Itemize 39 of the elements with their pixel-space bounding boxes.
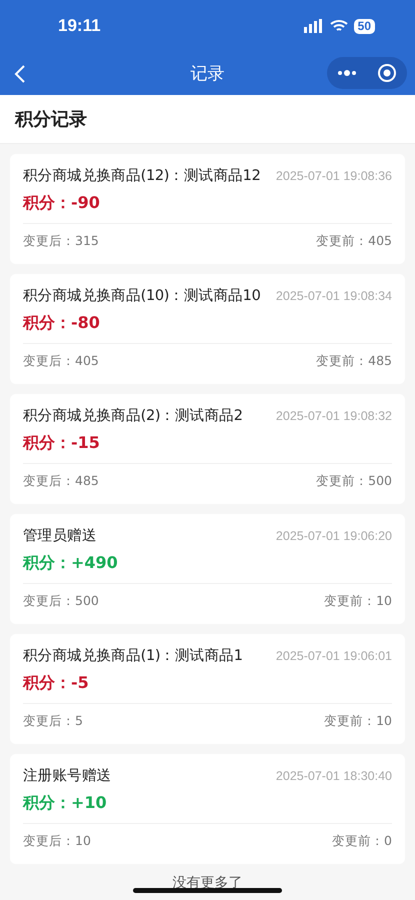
balance-before: 变更前：405 <box>316 233 392 250</box>
balance-after: 变更后：485 <box>23 473 99 490</box>
balance-after: 变更后：315 <box>23 233 99 250</box>
page-title: 记录 <box>190 63 224 85</box>
battery-icon: 50 <box>354 18 375 34</box>
balance-before: 变更前：0 <box>332 833 392 850</box>
close-icon[interactable] <box>377 63 397 83</box>
balance-before: 变更前：500 <box>316 473 392 490</box>
record-time: 2025-07-01 18:30:40 <box>276 769 392 783</box>
section-title: 积分记录 <box>15 108 87 131</box>
balance-after: 变更后：10 <box>23 833 91 850</box>
balance-after: 变更后：405 <box>23 353 99 370</box>
back-icon[interactable] <box>14 64 26 84</box>
record-time: 2025-07-01 19:08:36 <box>276 169 392 183</box>
record-time: 2025-07-01 19:08:34 <box>276 289 392 303</box>
record-title: 积分商城兑换商品(10)：测试商品10 <box>23 286 261 305</box>
signal-icon <box>304 19 324 33</box>
record-time: 2025-07-01 19:06:20 <box>276 529 392 543</box>
points-change: 积分：-90 <box>23 193 100 214</box>
points-change: 积分：-80 <box>23 313 100 334</box>
more-icon[interactable] <box>337 69 357 77</box>
record-time: 2025-07-01 19:08:32 <box>276 409 392 423</box>
record-title: 管理员赠送 <box>23 527 97 545</box>
points-change: 积分：+490 <box>23 553 118 574</box>
balance-before: 变更前：10 <box>324 593 392 610</box>
record-title: 积分商城兑换商品(2)：测试商品2 <box>23 406 243 425</box>
balance-after: 变更后：500 <box>23 593 99 610</box>
wifi-icon <box>330 19 348 33</box>
record-title: 积分商城兑换商品(1)：测试商品1 <box>23 646 243 665</box>
record-title: 注册账号赠送 <box>23 767 112 785</box>
balance-after: 变更后：5 <box>23 713 83 730</box>
balance-before: 变更前：485 <box>316 353 392 370</box>
record-title: 积分商城兑换商品(12)：测试商品12 <box>23 166 261 185</box>
balance-before: 变更前：10 <box>324 713 392 730</box>
status-time: 19:11 <box>58 16 101 36</box>
points-change: 积分：-5 <box>23 673 89 694</box>
points-change: 积分：-15 <box>23 433 100 454</box>
points-change: 积分：+10 <box>23 793 107 814</box>
record-time: 2025-07-01 19:06:01 <box>276 649 392 663</box>
